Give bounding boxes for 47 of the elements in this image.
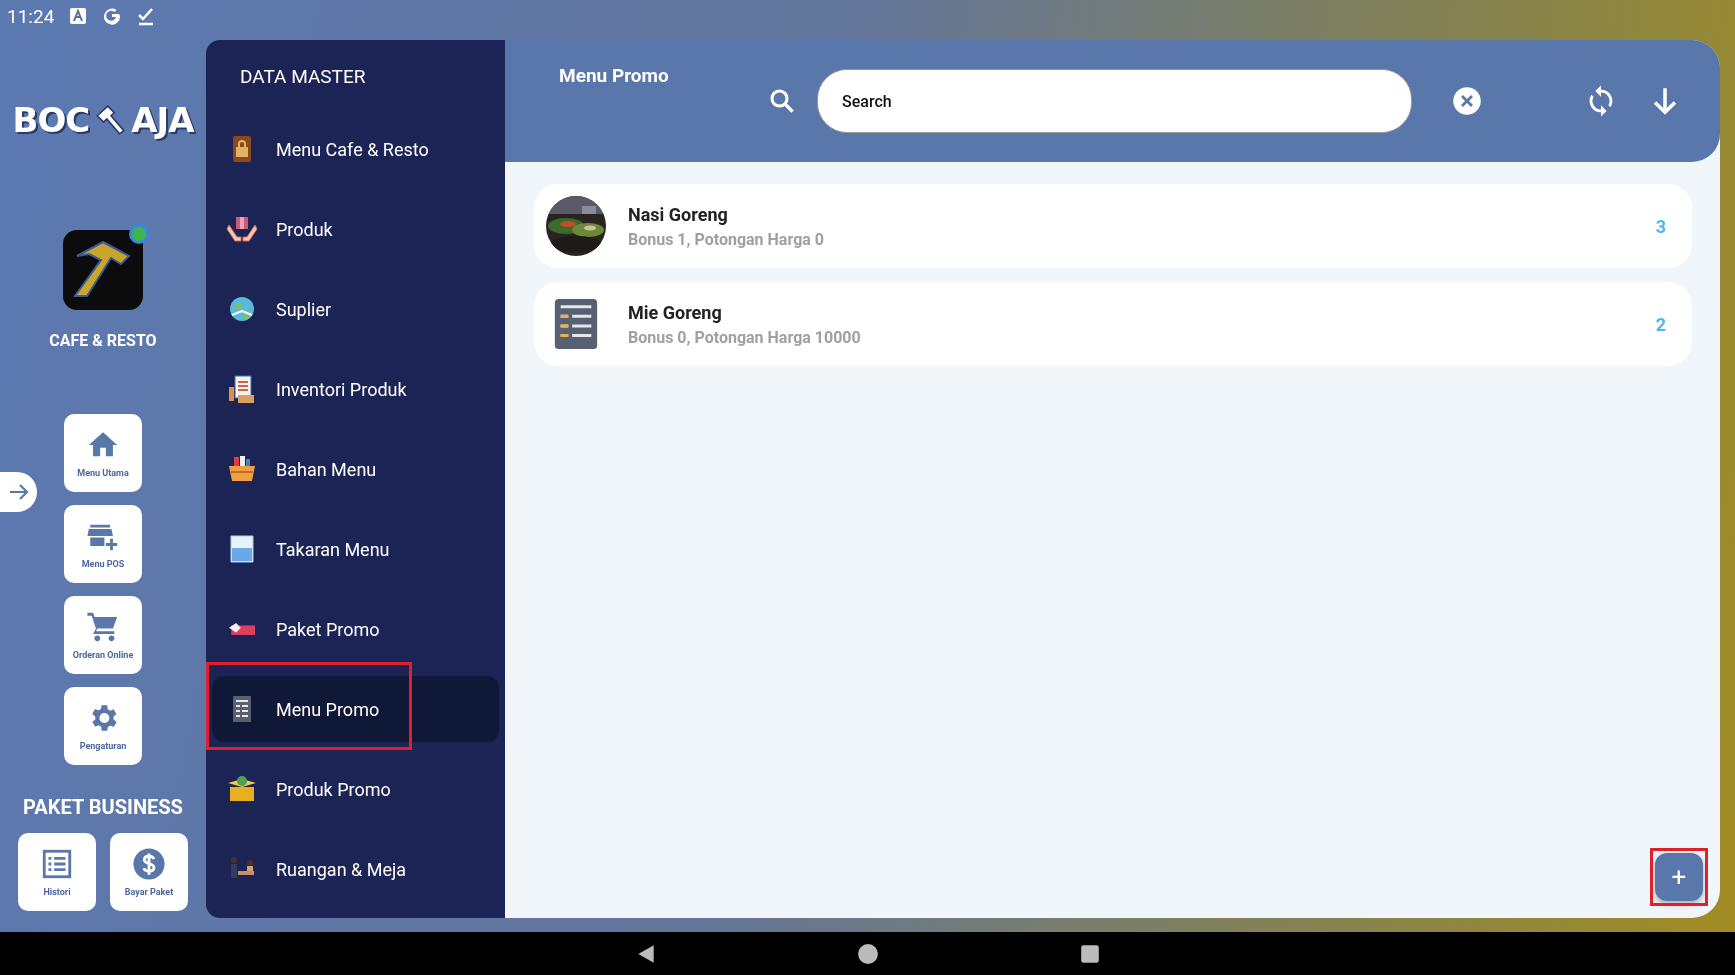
sidebar-item[interactable]: Suplier <box>212 276 499 342</box>
app-icon[interactable] <box>63 230 143 310</box>
sidebar-item[interactable]: Menu Cafe & Resto <box>212 116 499 182</box>
list-icon <box>40 847 74 881</box>
quick-menu-tile[interactable]: Orderan Online <box>64 596 142 674</box>
home-icon[interactable] <box>856 942 879 965</box>
promo-detail: Bonus 0, Potongan Harga 10000 <box>628 327 862 347</box>
logo-text: AJA <box>131 100 194 140</box>
promo-name: Mie Goreng <box>628 301 723 323</box>
google-icon <box>102 6 123 26</box>
package-tile[interactable]: Histori <box>18 833 96 911</box>
hammer-logo-icon <box>93 103 128 137</box>
promo-name: Nasi Goreng <box>628 203 729 225</box>
tag-icon <box>229 623 255 635</box>
sidebar-item[interactable]: Produk <box>212 196 499 262</box>
clear-button[interactable] <box>1452 86 1482 116</box>
document-icon <box>554 299 598 349</box>
status-time: 11:24 <box>7 4 55 28</box>
cart-icon <box>86 610 120 644</box>
search-field[interactable]: Search <box>817 69 1412 133</box>
package-tile[interactable]: Bayar Paket <box>110 833 188 911</box>
promo-row[interactable]: Nasi Goreng Bonus 1, Potongan Harga 0 3 <box>534 184 1692 268</box>
add-button[interactable]: + <box>1655 853 1703 901</box>
sidebar-item[interactable]: Bahan Menu <box>212 436 499 502</box>
sidebar-title: DATA MASTER <box>239 64 367 90</box>
promo-row[interactable]: Mie Goreng Bonus 0, Potongan Harga 10000 2 <box>534 282 1692 366</box>
app-label: CAFE & RESTO <box>49 331 157 350</box>
promo-detail: Bonus 1, Potongan Harga 0 <box>628 229 825 249</box>
quick-menu-tile[interactable]: Pengaturan <box>64 687 142 765</box>
quick-menu-tile[interactable]: Menu POS <box>64 505 142 583</box>
package-title: PAKET BUSINESS <box>23 795 183 819</box>
sidebar-item[interactable]: Ruangan & Meja <box>212 836 499 902</box>
promo-count: 3 <box>1655 215 1666 237</box>
sidebar-item[interactable]: Takaran Menu <box>212 516 499 582</box>
quick-menu-tile[interactable]: Menu Utama <box>64 414 142 492</box>
font-icon <box>68 6 89 26</box>
sidebar-item[interactable]: Menu Promo <box>212 676 499 742</box>
recents-icon[interactable] <box>1078 942 1101 965</box>
page-title: Menu Promo <box>559 64 670 87</box>
sidebar-item[interactable]: Produk Promo <box>212 756 499 822</box>
search-icon[interactable] <box>767 86 797 116</box>
promo-count: 2 <box>1655 313 1666 335</box>
sidebar-item[interactable]: Paket Promo <box>212 596 499 662</box>
expand-tab[interactable] <box>0 472 37 512</box>
logo-text: BOC <box>12 100 90 140</box>
dollar-icon <box>132 847 166 881</box>
sidebar-item[interactable]: Inventori Produk <box>212 356 499 422</box>
